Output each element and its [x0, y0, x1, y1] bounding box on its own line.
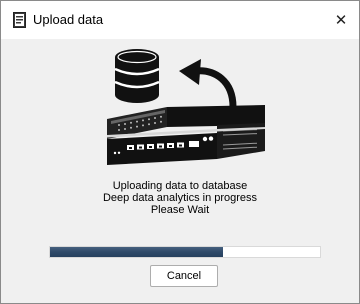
- dialog-content: Uploading data to database Deep data ana…: [1, 39, 359, 303]
- close-icon: ✕: [334, 12, 348, 29]
- status-line-wait: Please Wait: [150, 204, 210, 216]
- window-title: Upload data: [33, 12, 104, 27]
- network-server-icon: [107, 105, 265, 165]
- progress-bar: [49, 246, 321, 258]
- progress-fill: [50, 247, 223, 257]
- upload-dialog: Upload data ✕ Uploading data to database…: [0, 0, 360, 304]
- cancel-button[interactable]: Cancel: [150, 265, 218, 287]
- status-line-analytics: Deep data analytics in progress: [102, 192, 258, 204]
- database-icon: [114, 49, 160, 103]
- status-message: Uploading data to database Deep data ana…: [1, 180, 359, 216]
- document-upload-icon: [13, 12, 26, 28]
- curved-arrow-icon: [179, 59, 237, 111]
- status-line-uploading: Uploading data to database: [112, 180, 248, 192]
- title-bar[interactable]: Upload data ✕: [1, 1, 359, 39]
- close-button[interactable]: ✕: [327, 7, 355, 33]
- upload-illustration: [107, 49, 265, 165]
